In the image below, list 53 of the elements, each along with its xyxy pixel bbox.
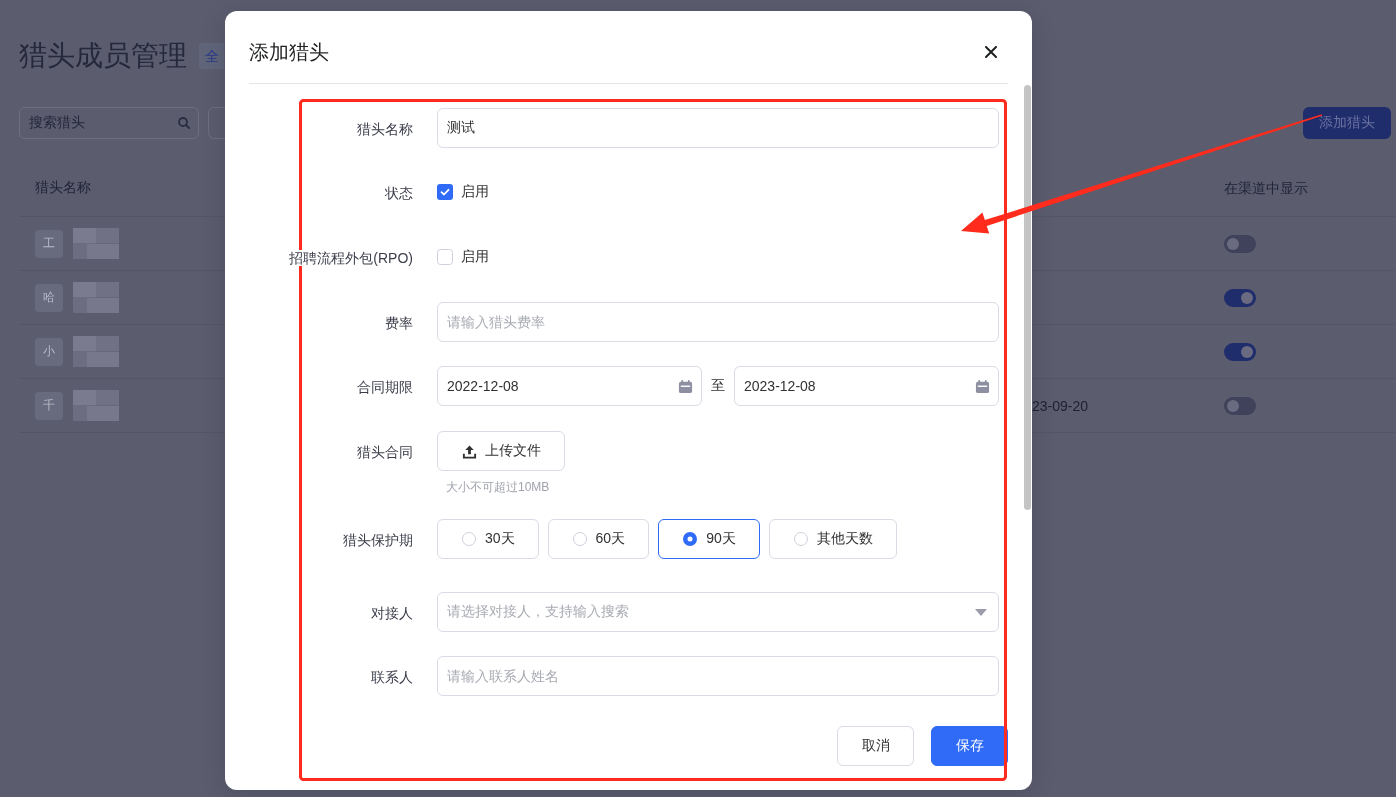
scrollbar-thumb[interactable] <box>1024 85 1031 510</box>
checkbox[interactable] <box>437 184 453 200</box>
radio-icon <box>572 532 587 546</box>
avatar-tile: 哈 <box>35 283 63 312</box>
upload-button[interactable]: 上传文件 <box>437 431 565 471</box>
table-cell: 23-09-20 <box>1032 397 1089 414</box>
column-header: 猎头名称 <box>35 179 91 197</box>
checkbox[interactable] <box>437 249 453 265</box>
pixelated-name-placeholder <box>73 228 119 259</box>
pixelated-name-placeholder <box>73 336 119 367</box>
checkbox-label: 启用 <box>461 183 489 201</box>
radio-icon <box>683 532 698 546</box>
text-input[interactable]: 请输入猎头费率 <box>437 302 999 342</box>
field-label: 对接人 <box>371 604 413 621</box>
calendar-icon <box>975 378 990 394</box>
avatar-tile: 小 <box>35 337 63 366</box>
field-label: 猎头合同 <box>357 443 413 460</box>
radio-icon <box>462 532 476 546</box>
field-label: 联系人 <box>371 668 413 685</box>
text-input[interactable]: 请输入联系人姓名 <box>437 656 999 696</box>
toggle-switch[interactable] <box>1224 342 1256 361</box>
radio-option[interactable]: 其他天数 <box>768 519 897 559</box>
field-label: 合同期限 <box>357 378 413 395</box>
pixelated-name-placeholder <box>73 390 119 421</box>
text-input[interactable]: 测试 <box>437 108 999 148</box>
date-field[interactable]: 2023-12-08 <box>734 366 999 406</box>
checkbox-label: 启用 <box>461 248 489 266</box>
save-button[interactable]: 保存 <box>931 726 1008 766</box>
radio-icon <box>793 532 808 546</box>
avatar-tile: 工 <box>35 229 63 258</box>
field-label: 猎头保护期 <box>343 531 413 548</box>
range-separator: 至 <box>710 377 726 395</box>
toggle-switch[interactable] <box>1224 234 1256 253</box>
caret-icon <box>975 608 987 616</box>
upload-icon <box>462 443 477 459</box>
radio-option[interactable]: 60天 <box>547 519 650 559</box>
field-label: 招聘流程外包(RPO) <box>289 249 413 266</box>
toggle-switch[interactable] <box>1224 288 1256 307</box>
field-label: 猎头名称 <box>357 120 413 137</box>
radio-option[interactable]: 90天 <box>658 519 760 559</box>
dialog-title: 添加猎头 <box>249 39 329 65</box>
field-hint: 大小不可超过10MB <box>445 479 550 495</box>
date-field[interactable]: 2022-12-08 <box>437 366 702 406</box>
close-icon[interactable] <box>985 46 997 58</box>
toggle-switch[interactable] <box>1224 396 1256 415</box>
radio-option[interactable]: 30天 <box>437 519 539 559</box>
search-icon <box>178 117 190 129</box>
avatar-tile: 千 <box>35 391 63 420</box>
calendar-icon <box>678 378 693 394</box>
field-label: 费率 <box>385 314 413 331</box>
pixelated-name-placeholder <box>73 282 119 313</box>
field-label: 状态 <box>385 184 413 201</box>
cancel-button[interactable]: 取消 <box>837 726 914 766</box>
